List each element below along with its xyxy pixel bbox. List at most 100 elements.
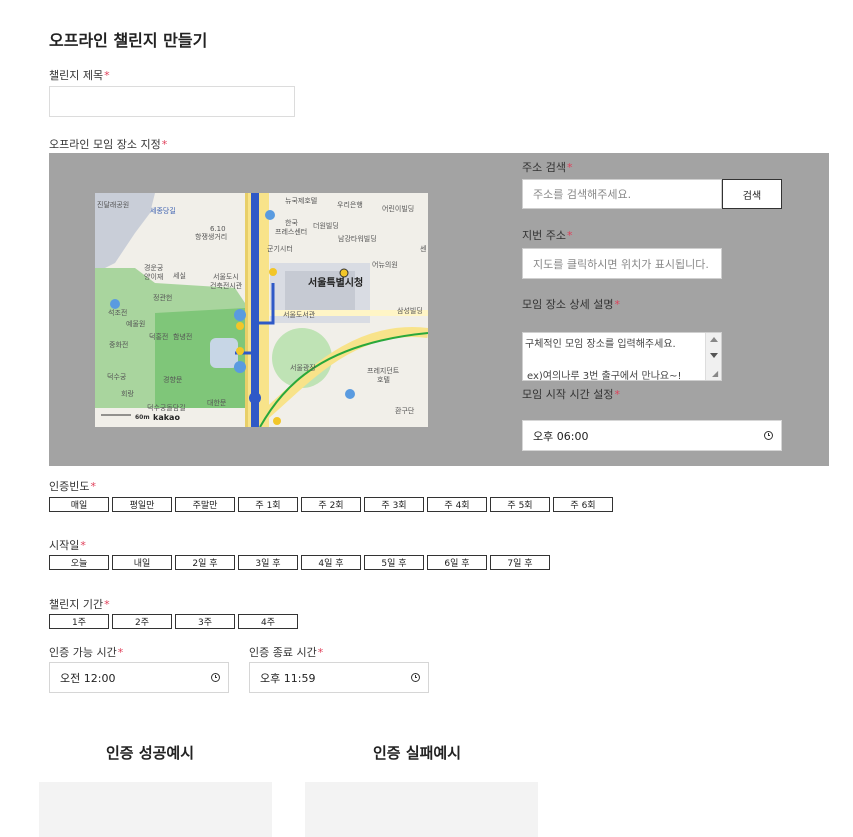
location-desc-label: 모임 장소 상세 설명* [522, 298, 620, 311]
svg-text:석조전: 석조전 [108, 308, 127, 317]
frequency-options: 매일 평일만 주말만 주 1회 주 2회 주 3회 주 4회 주 5회 주 6회 [49, 497, 613, 512]
period-option[interactable]: 1주 [49, 614, 109, 629]
svg-text:회랑: 회랑 [121, 390, 134, 398]
map[interactable]: 서울특별시청 진달래공원 세종당길 6.10 항쟁생거리 한국 프레스센터 더원… [95, 193, 428, 427]
svg-text:남강타워빌딩: 남강타워빌딩 [338, 234, 377, 243]
svg-text:세실: 세실 [173, 271, 186, 280]
start-time-label: 모임 시작 시간 설정* [522, 388, 620, 401]
location-desc-textarea[interactable]: 구체적인 모임 장소를 입력해주세요. ex)여의나루 3번 출구에서 만나요~… [522, 332, 722, 381]
frequency-option[interactable]: 주 2회 [301, 497, 361, 512]
svg-text:호텔: 호텔 [377, 376, 390, 384]
frequency-option[interactable]: 주 4회 [427, 497, 487, 512]
svg-text:센: 센 [420, 244, 426, 253]
svg-text:정관헌: 정관헌 [153, 293, 172, 302]
start-day-option[interactable]: 4일 후 [301, 555, 361, 570]
clock-icon[interactable] [211, 673, 220, 682]
clock-icon[interactable] [411, 673, 420, 682]
svg-text:어뉴의원: 어뉴의원 [372, 260, 398, 269]
auth-start-input[interactable]: 오전 12:00 [49, 662, 229, 693]
svg-text:중화전: 중화전 [109, 340, 128, 349]
svg-text:환구단: 환구단 [395, 406, 415, 415]
start-day-option[interactable]: 2일 후 [175, 555, 235, 570]
address-search-label: 주소 검색* [522, 161, 573, 174]
challenge-title-label: 챌린지 제목* [49, 69, 110, 82]
map-canvas[interactable]: 서울특별시청 진달래공원 세종당길 6.10 항쟁생거리 한국 프레스센터 더원… [95, 193, 428, 427]
location-desc-line2: ex)여의나루 3번 출구에서 만나요~! [527, 371, 682, 381]
svg-text:어린이빌딩: 어린이빌딩 [382, 204, 414, 213]
challenge-title-input[interactable] [49, 86, 295, 117]
page-title: 오프라인 챌린지 만들기 [49, 31, 208, 50]
svg-text:경향문: 경향문 [163, 375, 183, 384]
frequency-option[interactable]: 주 5회 [490, 497, 550, 512]
svg-text:서울광장: 서울광장 [290, 363, 316, 372]
location-desc-line1: 구체적인 모임 장소를 입력해주세요. [525, 339, 676, 350]
auth-end-input[interactable]: 오후 11:59 [249, 662, 429, 693]
textarea-scrollbar[interactable]: ◢ [705, 333, 721, 380]
svg-text:양이재: 양이재 [144, 272, 163, 281]
period-option[interactable]: 2주 [112, 614, 172, 629]
svg-text:세종당길: 세종당길 [150, 206, 176, 215]
success-example-title: 인증 성공예시 [106, 744, 195, 762]
auth-start-label: 인증 가능 시간* [49, 646, 124, 659]
svg-text:프레스센터: 프레스센터 [275, 227, 307, 236]
start-day-option[interactable]: 내일 [112, 555, 172, 570]
frequency-option[interactable]: 매일 [49, 497, 109, 512]
start-day-label: 시작일* [49, 539, 86, 552]
resize-handle-icon[interactable]: ◢ [712, 369, 718, 378]
period-option[interactable]: 4주 [238, 614, 298, 629]
frequency-option[interactable]: 주 1회 [238, 497, 298, 512]
svg-text:6.10: 6.10 [210, 225, 226, 233]
svg-text:뉴국제호텔: 뉴국제호텔 [285, 197, 317, 205]
map-scale: 60m [135, 414, 150, 421]
frequency-option[interactable]: 주 6회 [553, 497, 613, 512]
frequency-option[interactable]: 주 3회 [364, 497, 424, 512]
svg-text:한국: 한국 [285, 219, 298, 227]
fail-example-title: 인증 실패예시 [373, 744, 462, 762]
frequency-label: 인증빈도* [49, 480, 96, 493]
svg-text:삼성빌딩: 삼성빌딩 [397, 306, 423, 315]
frequency-option[interactable]: 평일만 [112, 497, 172, 512]
svg-text:덕수궁돌담길: 덕수궁돌담길 [147, 403, 186, 412]
svg-text:더원빌딩: 더원빌딩 [313, 221, 339, 230]
svg-text:덕수궁: 덕수궁 [107, 372, 127, 381]
period-label: 챌린지 기간* [49, 598, 110, 611]
start-day-option[interactable]: 5일 후 [364, 555, 424, 570]
city-hall-label: 서울특별시청 [308, 276, 363, 289]
location-label: 오프라인 모임 장소 지정* [49, 138, 168, 151]
clock-icon[interactable] [764, 431, 773, 440]
lot-address-input[interactable]: 지도를 클릭하시면 위치가 표시됩니다. [522, 248, 722, 279]
svg-text:건축전시관: 건축전시관 [210, 281, 243, 290]
svg-text:함녕전: 함녕전 [173, 332, 192, 341]
start-day-options: 오늘 내일 2일 후 3일 후 4일 후 5일 후 6일 후 7일 후 [49, 555, 550, 570]
start-day-option[interactable]: 6일 후 [427, 555, 487, 570]
success-example-image[interactable] [39, 782, 272, 837]
svg-text:우리은행: 우리은행 [337, 200, 363, 209]
auth-start-value: 오전 12:00 [60, 671, 116, 685]
search-button[interactable]: 검색 [722, 179, 782, 209]
fail-example-image[interactable] [305, 782, 538, 837]
address-search-input[interactable]: 주소를 검색해주세요. [522, 179, 722, 209]
frequency-option[interactable]: 주말만 [175, 497, 235, 512]
start-time-input[interactable]: 오후 06:00 [522, 420, 782, 451]
scroll-down-icon[interactable] [710, 353, 718, 358]
svg-text:예울원: 예울원 [126, 319, 145, 328]
start-day-option[interactable]: 3일 후 [238, 555, 298, 570]
kakao-logo: kakao [153, 413, 180, 422]
auth-end-value: 오후 11:59 [260, 671, 316, 685]
scroll-up-icon[interactable] [710, 337, 718, 342]
svg-text:진달래공원: 진달래공원 [97, 200, 129, 209]
period-options: 1주 2주 3주 4주 [49, 614, 298, 629]
start-day-option[interactable]: 7일 후 [490, 555, 550, 570]
svg-text:항쟁생거리: 항쟁생거리 [195, 232, 227, 241]
svg-text:대한문: 대한문 [207, 399, 227, 407]
auth-end-label: 인증 종료 시간* [249, 646, 324, 659]
period-option[interactable]: 3주 [175, 614, 235, 629]
svg-text:덕홍전: 덕홍전 [149, 332, 168, 341]
lot-address-label: 지번 주소* [522, 229, 573, 242]
svg-text:경운궁: 경운궁 [144, 263, 164, 272]
start-day-option[interactable]: 오늘 [49, 555, 109, 570]
start-time-value: 오후 06:00 [533, 429, 589, 443]
svg-text:서울도서관: 서울도서관 [283, 310, 316, 319]
svg-text:프레지던트: 프레지던트 [367, 366, 400, 375]
svg-text:군기시터: 군기시터 [267, 244, 293, 253]
